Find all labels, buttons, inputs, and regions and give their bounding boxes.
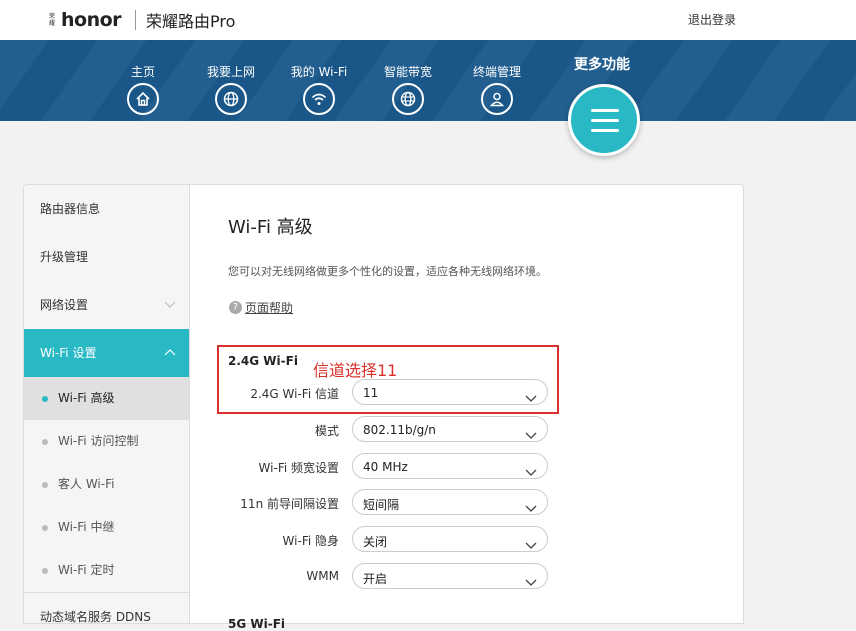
- field-label: 2.4G Wi-Fi 信道: [250, 387, 339, 401]
- chevron-down-icon: [525, 388, 537, 407]
- field-label: WMM: [306, 569, 339, 583]
- main-nav: 主页 我要上网 我的 Wi-Fi 智能带宽 终端管理 更多功能: [0, 40, 856, 121]
- page-title: Wi-Fi 高级: [228, 217, 313, 238]
- more-features-button[interactable]: [568, 84, 640, 156]
- select-value: 802.11b/g/n: [363, 423, 436, 437]
- mode-select[interactable]: 802.11b/g/n: [352, 416, 548, 442]
- nav-label: 我的 Wi-Fi: [290, 65, 348, 79]
- sidebar-item-ddns[interactable]: 动态域名服务 DDNS: [24, 593, 190, 624]
- sidebar-item-network-settings[interactable]: 网络设置: [24, 281, 190, 329]
- field-row-wmm: WMM 开启: [190, 563, 745, 589]
- field-row-channel: 2.4G Wi-Fi 信道 11: [190, 379, 745, 405]
- wifi-icon: [303, 83, 335, 115]
- sidebar-subitem-label: Wi-Fi 高级: [58, 391, 115, 405]
- sidebar-item-upgrade[interactable]: 升级管理: [24, 233, 190, 281]
- section-title-24g: 2.4G Wi-Fi: [228, 354, 298, 368]
- nav-item-device-management[interactable]: 终端管理: [457, 65, 537, 115]
- page-help-link[interactable]: ? 页面帮助: [229, 299, 293, 316]
- chevron-down-icon: [525, 498, 537, 517]
- sidebar-item-label: 网络设置: [40, 298, 89, 312]
- more-features-label: 更多功能: [574, 57, 630, 73]
- sidebar-subitem-wifi-advanced[interactable]: Wi-Fi 高级: [24, 377, 190, 420]
- select-value: 11: [363, 386, 379, 400]
- select-value: 关闭: [363, 535, 388, 549]
- sidebar-subitem-label: 客人 Wi-Fi: [58, 477, 115, 491]
- chevron-down-icon: [525, 572, 537, 591]
- field-label: Wi-Fi 隐身: [282, 534, 339, 548]
- logo-small-text: 荣耀: [49, 13, 56, 27]
- channel-select[interactable]: 11: [352, 379, 548, 405]
- chevron-down-icon: [525, 535, 537, 554]
- bullet-dot: [42, 396, 48, 402]
- sidebar-subitem-label: Wi-Fi 中继: [58, 520, 115, 534]
- chevron-down-icon: [525, 425, 537, 444]
- select-value: 开启: [363, 572, 388, 586]
- sidebar-item-label: 路由器信息: [40, 202, 101, 216]
- menu-icon: [591, 129, 619, 132]
- section-title-5g: 5G Wi-Fi: [228, 617, 286, 631]
- field-label: 模式: [314, 424, 339, 438]
- wmm-select[interactable]: 开启: [352, 563, 548, 589]
- select-value: 40 MHz: [363, 460, 408, 474]
- menu-icon: [591, 109, 619, 112]
- logout-link[interactable]: 退出登录: [688, 11, 736, 28]
- nav-label: 智能带宽: [383, 65, 432, 79]
- sidebar-item-label: 升级管理: [40, 250, 89, 264]
- nav-label: 终端管理: [472, 65, 521, 79]
- field-row-mode: 模式 802.11b/g/n: [190, 416, 745, 442]
- user-icon: [481, 83, 513, 115]
- home-icon: [127, 83, 159, 115]
- sidebar-item-label: 动态域名服务 DDNS: [40, 610, 151, 624]
- logo-divider: [135, 10, 137, 30]
- nav-item-home[interactable]: 主页: [103, 65, 183, 115]
- page-description: 您可以对无线网络做更多个性化的设置，适应各种无线网络环境。: [228, 265, 547, 278]
- nav-label: 主页: [130, 65, 155, 79]
- field-row-bandwidth: Wi-Fi 频宽设置 40 MHz: [190, 453, 745, 479]
- field-row-guard-interval: 11n 前导间隔设置 短间隔: [190, 489, 745, 515]
- bullet-dot: [42, 439, 48, 445]
- help-label: 页面帮助: [245, 301, 294, 315]
- sidebar: 路由器信息 升级管理 网络设置 Wi-Fi 设置 Wi-Fi 高级 Wi-Fi …: [23, 184, 190, 624]
- nav-item-smart-bandwidth[interactable]: 智能带宽: [368, 65, 448, 115]
- honor-logo: 荣耀 honor 荣耀路由Pro: [49, 8, 235, 32]
- top-bar: 荣耀 honor 荣耀路由Pro 退出登录: [0, 0, 856, 40]
- sidebar-subitem-label: Wi-Fi 访问控制: [58, 434, 139, 448]
- sidebar-subitem-label: Wi-Fi 定时: [58, 563, 115, 577]
- nav-item-my-wifi[interactable]: 我的 Wi-Fi: [279, 65, 359, 115]
- sidebar-item-router-info[interactable]: 路由器信息: [24, 185, 190, 233]
- menu-icon: [591, 119, 619, 122]
- sidebar-subitem-wifi-repeater[interactable]: Wi-Fi 中继: [24, 506, 190, 549]
- bandwidth-select[interactable]: 40 MHz: [352, 453, 548, 479]
- field-label: 11n 前导间隔设置: [240, 497, 339, 511]
- sidebar-item-label: Wi-Fi 设置: [40, 346, 97, 360]
- field-row-hide-ssid: Wi-Fi 隐身 关闭: [190, 526, 745, 552]
- sidebar-subitem-wifi-schedule[interactable]: Wi-Fi 定时: [24, 549, 190, 592]
- globe-icon: [215, 83, 247, 115]
- nav-label: 我要上网: [206, 65, 255, 79]
- product-name: 荣耀路由Pro: [146, 12, 236, 31]
- annotation-text: 信道选择11: [313, 361, 398, 380]
- guard-interval-select[interactable]: 短间隔: [352, 489, 548, 515]
- chevron-down-icon: [525, 462, 537, 481]
- content-panel: Wi-Fi 高级 您可以对无线网络做更多个性化的设置，适应各种无线网络环境。 ?…: [189, 184, 745, 631]
- hide-ssid-select[interactable]: 关闭: [352, 526, 548, 552]
- field-label: Wi-Fi 频宽设置: [258, 461, 339, 475]
- bandwidth-globe-icon: [392, 83, 424, 115]
- bullet-dot: [42, 568, 48, 574]
- bullet-dot: [42, 525, 48, 531]
- sidebar-subitem-wifi-access-control[interactable]: Wi-Fi 访问控制: [24, 420, 190, 463]
- help-icon: ?: [229, 301, 242, 314]
- bullet-dot: [42, 482, 48, 488]
- logo-word: honor: [61, 9, 122, 31]
- select-value: 短间隔: [363, 498, 400, 512]
- nav-item-internet[interactable]: 我要上网: [191, 65, 271, 115]
- sidebar-item-wifi-settings[interactable]: Wi-Fi 设置: [24, 329, 190, 377]
- sidebar-subitem-guest-wifi[interactable]: 客人 Wi-Fi: [24, 463, 190, 506]
